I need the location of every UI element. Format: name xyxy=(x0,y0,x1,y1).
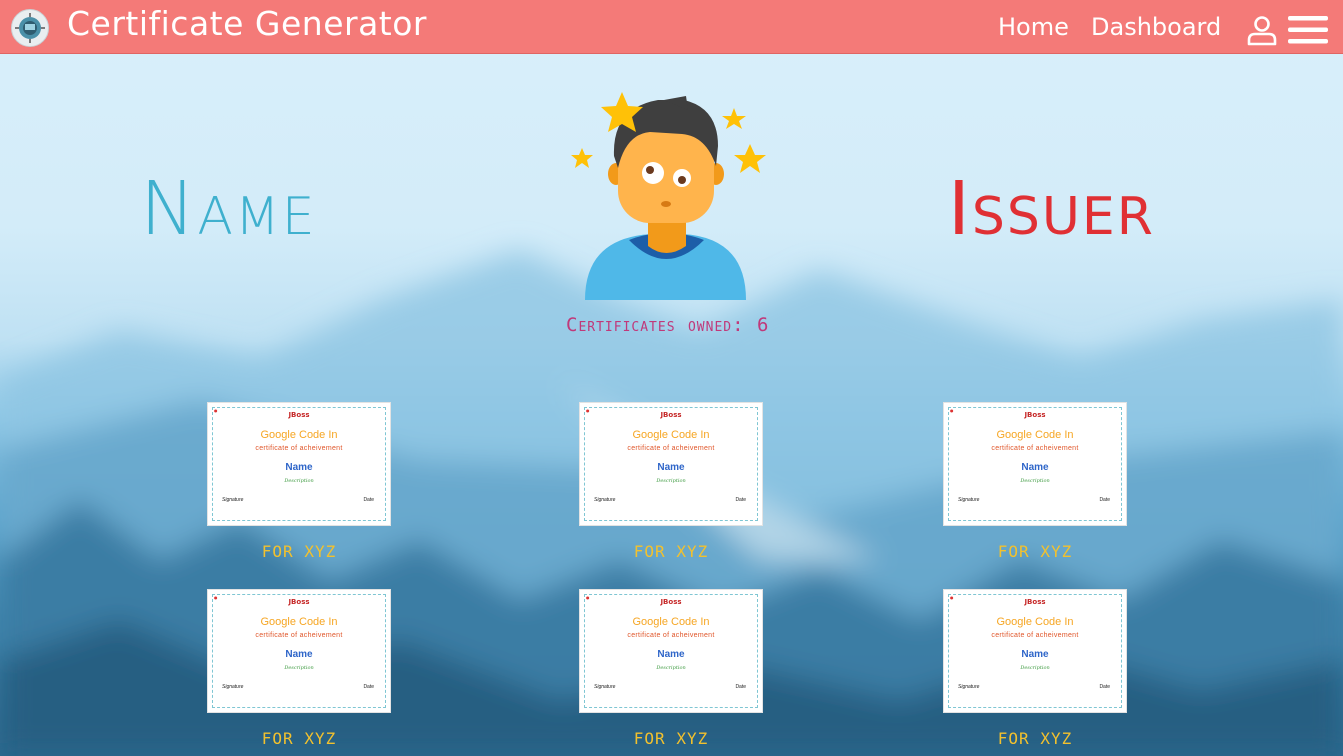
certificate-title: Google Code In xyxy=(260,616,338,628)
certificate-subtitle: certificate of acheivement xyxy=(991,445,1079,452)
certificate-recipient-name: Name xyxy=(285,649,313,660)
certificate-logo: JBoss xyxy=(1024,411,1046,419)
certificate-description: Description xyxy=(1020,665,1050,671)
certificate-title: Google Code In xyxy=(632,429,710,441)
certificate-signature: Signature xyxy=(222,684,244,690)
certificate-description: Description xyxy=(656,665,686,671)
certificate-title: Google Code In xyxy=(996,616,1074,628)
certificate-card[interactable]: ● JBoss Google Code In certificate of achei… xyxy=(208,590,390,712)
certificate-caption: FOR XYZ xyxy=(261,729,337,748)
certificate-recipient-name: Name xyxy=(1021,649,1049,660)
certificate-logo: JBoss xyxy=(288,411,310,419)
certificate-description: Description xyxy=(284,478,314,484)
profile-issuer: Issuer xyxy=(948,166,1155,252)
certificate-caption: FOR XYZ xyxy=(997,542,1073,561)
certificate-subtitle: certificate of acheivement xyxy=(627,632,715,639)
certificate-caption: FOR XYZ xyxy=(997,729,1073,748)
certificate-subtitle: certificate of acheivement xyxy=(255,632,343,639)
certificate-card[interactable]: ● JBoss Google Code In certificate of achei… xyxy=(208,403,390,525)
certificate-description: Description xyxy=(1020,478,1050,484)
profile-name: Name xyxy=(140,166,317,252)
certificate-caption: FOR XYZ xyxy=(633,542,709,561)
avatar xyxy=(571,92,766,300)
certificate-date: Date xyxy=(363,684,374,690)
certificate-logo: JBoss xyxy=(660,411,682,419)
user-icon[interactable] xyxy=(1246,14,1278,46)
certificate-card[interactable]: ● JBoss Google Code In certificate of achei… xyxy=(580,403,762,525)
certificate-recipient-name: Name xyxy=(657,649,685,660)
certificate-title: Google Code In xyxy=(632,616,710,628)
app-title: Certificate Generator xyxy=(67,4,427,43)
certificate-logo: JBoss xyxy=(288,598,310,606)
certificate-date: Date xyxy=(1099,497,1110,503)
certificate-signature: Signature xyxy=(594,684,616,690)
certificate-title: Google Code In xyxy=(260,429,338,441)
certificate-subtitle: certificate of acheivement xyxy=(627,445,715,452)
certificate-caption: FOR XYZ xyxy=(261,542,337,561)
certificate-recipient-name: Name xyxy=(1021,462,1049,473)
certificate-signature: Signature xyxy=(958,497,980,503)
top-navbar: Certificate Generator Home Dashboard xyxy=(0,0,1343,54)
nav-home-link[interactable]: Home xyxy=(998,13,1069,41)
certificate-logo: JBoss xyxy=(660,598,682,606)
certificate-recipient-name: Name xyxy=(657,462,685,473)
nav-dashboard-link[interactable]: Dashboard xyxy=(1091,13,1221,41)
hamburger-menu-icon[interactable] xyxy=(1288,15,1328,45)
certificate-description: Description xyxy=(656,478,686,484)
certificates-owned-count: Certificates owned: 6 xyxy=(566,314,770,336)
certificate-logo: JBoss xyxy=(1024,598,1046,606)
certificate-card[interactable]: ● JBoss Google Code In certificate of achei… xyxy=(580,590,762,712)
certificate-card[interactable]: ● JBoss Google Code In certificate of achei… xyxy=(944,403,1126,525)
certificate-signature: Signature xyxy=(958,684,980,690)
certificate-signature: Signature xyxy=(222,497,244,503)
certificate-recipient-name: Name xyxy=(285,462,313,473)
certificate-date: Date xyxy=(735,497,746,503)
certificate-subtitle: certificate of acheivement xyxy=(991,632,1079,639)
certificate-date: Date xyxy=(363,497,374,503)
app-logo-icon[interactable] xyxy=(11,9,49,47)
certificate-subtitle: certificate of acheivement xyxy=(255,445,343,452)
certificate-date: Date xyxy=(735,684,746,690)
certificate-card[interactable]: ● JBoss Google Code In certificate of achei… xyxy=(944,590,1126,712)
certificate-date: Date xyxy=(1099,684,1110,690)
certificate-signature: Signature xyxy=(594,497,616,503)
certificate-description: Description xyxy=(284,665,314,671)
certificate-caption: FOR XYZ xyxy=(633,729,709,748)
certificate-title: Google Code In xyxy=(996,429,1074,441)
